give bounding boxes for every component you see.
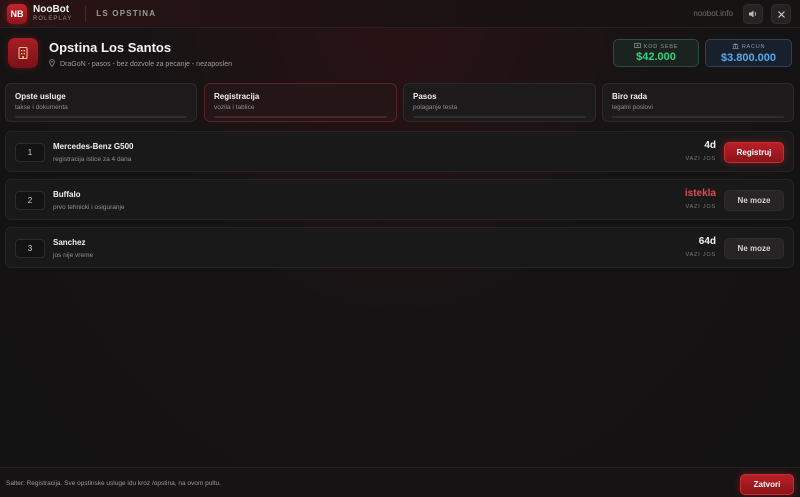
tab-pasos[interactable]: Pasos polaganje testa <box>403 83 596 122</box>
validity-value: 4d <box>704 140 716 151</box>
brand-subtitle: ROLEPLAY <box>33 16 73 22</box>
brand-name: NooBot <box>33 4 70 15</box>
bank-label: RACUN <box>741 43 766 50</box>
row-number: 2 <box>15 191 45 210</box>
bank-icon <box>732 42 739 51</box>
municipality-icon-badge <box>8 38 38 68</box>
logo-badge: NB <box>7 3 27 24</box>
row-number: 1 <box>15 143 45 162</box>
vehicle-description: jos nije vreme <box>53 252 94 259</box>
validity-label: VAZI JOS <box>685 156 716 162</box>
tab-title: Opste usluge <box>15 92 66 101</box>
validity-value: istekla <box>684 188 716 199</box>
cash-label-wrap: KOD SEBE <box>633 43 679 50</box>
tab-biro-rada[interactable]: Biro rada legalni poslovi <box>602 83 794 122</box>
vehicle-row: 3 Sanchez jos nije vreme 64d VAZI JOS Ne… <box>5 227 794 268</box>
tab-title: Biro rada <box>612 92 648 101</box>
vehicle-row: 1 Mercedes-Benz G500 registracija istice… <box>5 131 794 172</box>
tab-underline <box>214 116 387 118</box>
page-title: Opstina Los Santos <box>49 40 172 55</box>
speaker-icon <box>749 10 757 18</box>
divider <box>85 5 87 22</box>
tab-underline <box>413 116 586 118</box>
section-title: LS OPSTINA <box>96 9 157 18</box>
site-link[interactable]: noobot.info <box>693 9 733 18</box>
vehicle-name: Mercedes-Benz G500 <box>53 142 134 151</box>
tab-title: Pasos <box>413 92 437 101</box>
row-number: 3 <box>15 239 45 258</box>
tab-registracija[interactable]: Registracija vozila i tablice <box>204 83 397 122</box>
location-pin-icon <box>49 59 55 69</box>
cash-icon <box>633 43 641 50</box>
unavailable-button[interactable]: Ne moze <box>724 238 784 259</box>
bank-value: $3.800.000 <box>720 51 777 64</box>
tab-opste-usluge[interactable]: Opste usluge takse i dokumenta <box>5 83 197 122</box>
vehicle-name: Sanchez <box>53 238 86 247</box>
brand: NooBot ROLEPLAY <box>33 4 73 23</box>
vehicle-description: registracija istice za 4 dana <box>53 156 132 163</box>
tab-underline <box>612 116 784 118</box>
tab-subtitle: polaganje testa <box>413 104 458 111</box>
close-icon <box>777 10 785 18</box>
register-button[interactable]: Registruj <box>724 142 784 163</box>
tab-subtitle: legalni poslovi <box>612 104 653 111</box>
sound-button[interactable] <box>743 4 763 24</box>
close-button[interactable]: Zatvori <box>740 474 794 495</box>
tab-subtitle: vozila i tablice <box>214 104 255 111</box>
unavailable-button[interactable]: Ne moze <box>724 190 784 211</box>
tab-underline <box>15 116 187 118</box>
vehicle-name: Buffalo <box>53 190 81 199</box>
validity-label: VAZI JOS <box>685 204 716 210</box>
close-window-button[interactable] <box>771 4 791 24</box>
bank-card: RACUN $3.800.000 <box>705 39 792 67</box>
vehicle-description: prvo tehnicki i osiguranje <box>53 204 125 211</box>
player-info-text: DraGoN - pasos - bez dozvole za pecanje … <box>60 60 232 68</box>
cash-card: KOD SEBE $42.000 <box>613 39 699 67</box>
footer-hint: Salter: Registracija. Sve opstinske uslu… <box>6 480 221 487</box>
vehicle-row: 2 Buffalo prvo tehnicki i osiguranje ist… <box>5 179 794 220</box>
footer: Salter: Registracija. Sve opstinske uslu… <box>0 467 800 497</box>
tab-subtitle: takse i dokumenta <box>15 104 68 111</box>
tab-title: Registracija <box>214 92 260 101</box>
validity-label: VAZI JOS <box>685 252 716 258</box>
player-info: DraGoN - pasos - bez dozvole za pecanje … <box>49 59 232 69</box>
top-bar: NB NooBot ROLEPLAY LS OPSTINA noobot.inf… <box>0 0 800 28</box>
bank-label-wrap: RACUN <box>732 42 766 51</box>
building-icon <box>18 46 28 60</box>
cash-label: KOD SEBE <box>643 43 679 50</box>
cash-value: $42.000 <box>636 51 676 63</box>
validity-value: 64d <box>698 236 716 247</box>
